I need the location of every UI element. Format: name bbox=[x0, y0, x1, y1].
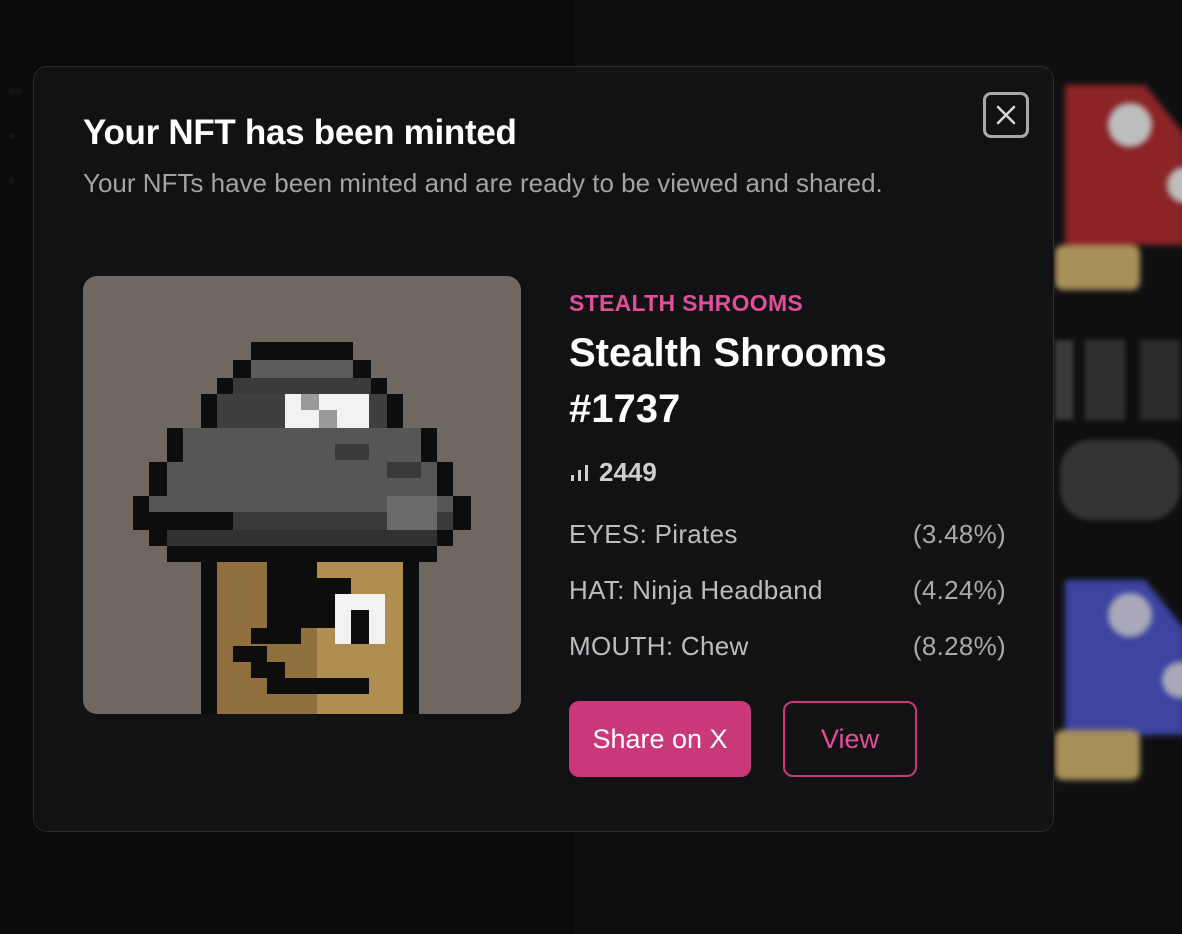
stealth-shroom-pixel-art bbox=[133, 342, 471, 714]
pixel bbox=[251, 662, 285, 678]
pixel bbox=[233, 378, 371, 394]
pixel bbox=[267, 562, 317, 578]
pixel bbox=[267, 678, 369, 694]
pixel bbox=[251, 360, 353, 378]
pixel bbox=[233, 646, 267, 662]
view-button[interactable]: View bbox=[783, 701, 917, 777]
backdrop-ghost-text: ▪▪ bbox=[8, 80, 23, 102]
close-button[interactable] bbox=[983, 92, 1029, 138]
pixel bbox=[319, 410, 337, 428]
trait-row: HAT: Ninja Headband (4.24%) bbox=[569, 575, 1006, 606]
close-icon bbox=[996, 105, 1016, 125]
backdrop-blue-shroom-image bbox=[1055, 580, 1182, 780]
pixel bbox=[183, 428, 421, 462]
nft-image bbox=[83, 276, 521, 714]
pixel bbox=[351, 610, 369, 644]
backdrop-red-shroom-image bbox=[1055, 85, 1182, 290]
nft-name: Stealth Shrooms #1737 bbox=[569, 331, 887, 431]
modal-subtitle: Your NFTs have been minted and are ready… bbox=[83, 168, 883, 198]
pixel bbox=[167, 546, 437, 562]
pixel bbox=[167, 530, 437, 546]
signal-bars-icon bbox=[571, 464, 588, 481]
pixel bbox=[301, 394, 319, 410]
trait-percent: (3.48%) bbox=[912, 519, 1006, 549]
share-on-x-button[interactable]: Share on X bbox=[569, 701, 751, 777]
trait-label: MOUTH: Chew bbox=[569, 631, 749, 661]
trait-label: EYES: Pirates bbox=[569, 519, 738, 549]
trait-percent: (8.28%) bbox=[912, 631, 1006, 661]
pixel bbox=[251, 628, 301, 644]
rank-value: 2449 bbox=[599, 457, 657, 487]
trait-percent: (4.24%) bbox=[912, 575, 1006, 605]
pixel bbox=[387, 462, 421, 478]
trait-row: EYES: Pirates (3.48%) bbox=[569, 519, 1006, 550]
modal-title: Your NFT has been minted bbox=[83, 113, 517, 152]
pixel bbox=[335, 444, 369, 460]
rarity-rank: 2449 bbox=[569, 457, 657, 488]
backdrop-wordmark-image bbox=[1055, 340, 1180, 520]
trait-row: MOUTH: Chew (8.28%) bbox=[569, 631, 1006, 662]
backdrop-ghost-text: ▪ bbox=[8, 125, 16, 147]
backdrop-ghost-text: ▪ bbox=[8, 170, 16, 192]
pixel bbox=[387, 496, 437, 530]
trait-label: HAT: Ninja Headband bbox=[569, 575, 823, 605]
mint-success-modal: Your NFT has been minted Your NFTs have … bbox=[33, 66, 1054, 832]
pixel bbox=[251, 342, 353, 360]
collection-name: STEALTH SHROOMS bbox=[569, 290, 804, 316]
